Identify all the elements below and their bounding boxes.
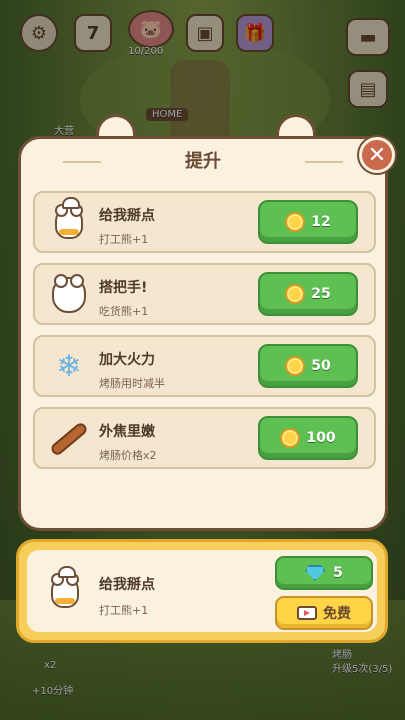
- panel-title: 提升: [185, 151, 221, 172]
- upgrade-name: 搭把手!: [99, 280, 148, 296]
- buy-button[interactable]: 50: [258, 344, 358, 388]
- buy-button[interactable]: 25: [258, 272, 358, 316]
- chef-bear-icon: [47, 197, 91, 245]
- buy-cost: 50: [311, 358, 331, 374]
- coin-icon: [285, 284, 306, 304]
- chef-bear-icon: [43, 566, 87, 614]
- offer-name: 给我掰点: [99, 577, 155, 593]
- sausage-icon: [47, 417, 91, 461]
- upgrade-row: 给我掰点 打工熊+1 12: [33, 191, 376, 253]
- close-icon: ✕: [367, 142, 387, 168]
- upgrade-desc: 烤肠用时减半: [99, 377, 165, 390]
- buy-button[interactable]: 100: [258, 416, 358, 460]
- bear-icon: [47, 273, 91, 317]
- offer-inner: 给我掰点 打工熊+1 5 免费: [27, 550, 377, 632]
- close-button[interactable]: ✕: [359, 137, 395, 173]
- buy-cost: 25: [311, 286, 331, 302]
- coin-icon: [285, 212, 306, 232]
- upgrade-desc: 烤肠价格x2: [99, 449, 157, 462]
- upgrade-row: 搭把手! 吃货熊+1 25: [33, 263, 376, 325]
- gem-buy-button[interactable]: 5: [275, 556, 373, 590]
- upgrade-name: 加大火力: [99, 352, 155, 368]
- gem-cost: 5: [333, 565, 343, 581]
- title-divider-right: [305, 161, 343, 163]
- offer-card: 给我掰点 打工熊+1 5 免费: [16, 539, 388, 643]
- free-video-button[interactable]: 免费: [275, 596, 373, 630]
- free-label: 免费: [323, 606, 351, 622]
- buy-cost: 12: [311, 214, 331, 230]
- buy-button[interactable]: 12: [258, 200, 358, 244]
- coin-icon: [285, 356, 306, 376]
- upgrade-panel: 提升 给我掰点 打工熊+1 12 搭把手! 吃货熊+1 25 ❄ 加大火力 烤肠…: [18, 136, 388, 531]
- upgrade-desc: 打工熊+1: [99, 233, 149, 246]
- buy-cost: 100: [306, 430, 336, 446]
- upgrade-name: 外焦里嫩: [99, 424, 155, 440]
- offer-desc: 打工熊+1: [99, 604, 149, 617]
- snowflake-clock-icon: ❄: [56, 349, 82, 384]
- upgrade-row: ❄ 加大火力 烤肠用时减半 50: [33, 335, 376, 397]
- upgrade-name: 给我掰点: [99, 208, 155, 224]
- coin-icon: [280, 428, 301, 448]
- gem-icon: [305, 565, 326, 581]
- upgrade-desc: 吃货熊+1: [99, 305, 149, 318]
- video-icon: [297, 606, 317, 620]
- upgrade-row: 外焦里嫩 烤肠价格x2 100: [33, 407, 376, 469]
